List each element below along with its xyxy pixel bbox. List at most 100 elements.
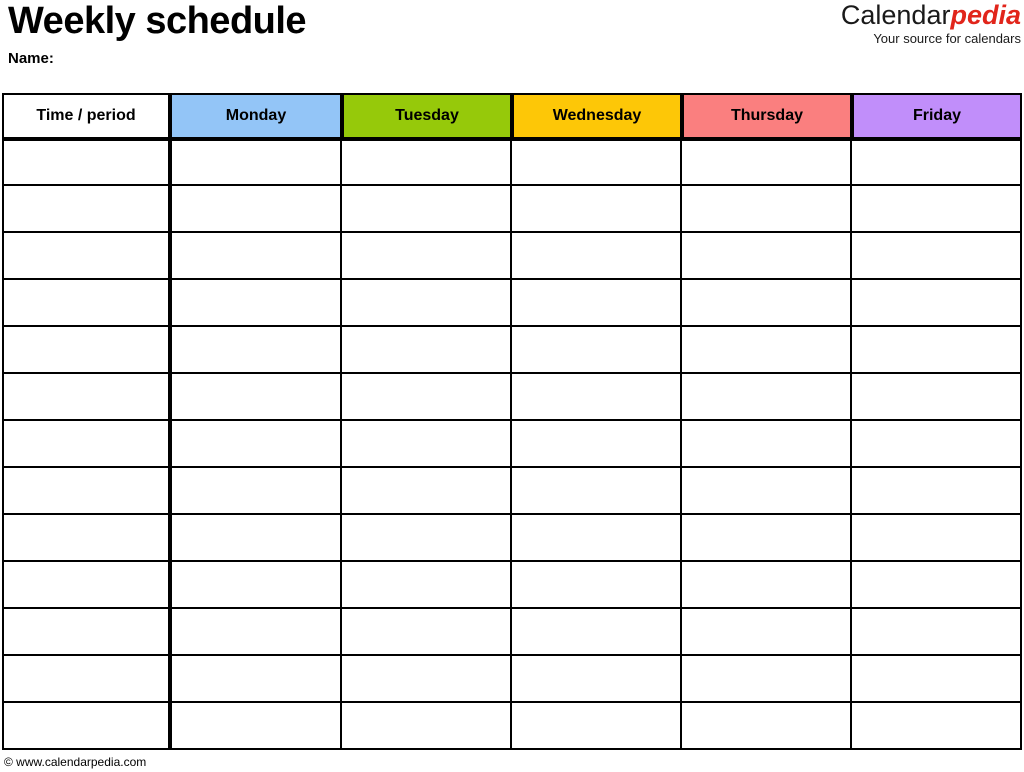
cell-thursday-8[interactable] [682, 468, 852, 515]
table-row [2, 609, 1022, 656]
cell-friday-12[interactable] [852, 656, 1022, 703]
cell-time-7[interactable] [2, 421, 172, 468]
cell-monday-3[interactable] [172, 233, 342, 280]
cell-tuesday-2[interactable] [342, 186, 512, 233]
table-row [2, 562, 1022, 609]
cell-thursday-1[interactable] [682, 139, 852, 186]
cell-wednesday-8[interactable] [512, 468, 682, 515]
cell-monday-7[interactable] [172, 421, 342, 468]
cell-time-1[interactable] [2, 139, 172, 186]
cell-monday-10[interactable] [172, 562, 342, 609]
table-row [2, 374, 1022, 421]
cell-friday-10[interactable] [852, 562, 1022, 609]
cell-wednesday-1[interactable] [512, 139, 682, 186]
cell-tuesday-3[interactable] [342, 233, 512, 280]
cell-monday-13[interactable] [172, 703, 342, 750]
cell-thursday-4[interactable] [682, 280, 852, 327]
cell-wednesday-4[interactable] [512, 280, 682, 327]
cell-tuesday-9[interactable] [342, 515, 512, 562]
cell-friday-9[interactable] [852, 515, 1022, 562]
cell-friday-3[interactable] [852, 233, 1022, 280]
column-header-monday: Monday [172, 93, 342, 139]
cell-tuesday-6[interactable] [342, 374, 512, 421]
column-header-friday: Friday [852, 93, 1022, 139]
cell-friday-11[interactable] [852, 609, 1022, 656]
cell-monday-6[interactable] [172, 374, 342, 421]
cell-friday-13[interactable] [852, 703, 1022, 750]
cell-time-2[interactable] [2, 186, 172, 233]
cell-thursday-12[interactable] [682, 656, 852, 703]
footer-copyright: © www.calendarpedia.com [4, 755, 147, 769]
cell-wednesday-10[interactable] [512, 562, 682, 609]
cell-wednesday-3[interactable] [512, 233, 682, 280]
cell-time-6[interactable] [2, 374, 172, 421]
cell-thursday-3[interactable] [682, 233, 852, 280]
cell-thursday-10[interactable] [682, 562, 852, 609]
cell-monday-11[interactable] [172, 609, 342, 656]
cell-tuesday-1[interactable] [342, 139, 512, 186]
cell-monday-8[interactable] [172, 468, 342, 515]
cell-thursday-7[interactable] [682, 421, 852, 468]
brand-wordmark: Calendarpedia [841, 0, 1021, 30]
calendarpedia-logo: Calendarpedia Your source for calendars [841, 0, 1021, 47]
table-row [2, 280, 1022, 327]
column-header-tuesday: Tuesday [342, 93, 512, 139]
brand-tagline: Your source for calendars [873, 31, 1021, 46]
cell-monday-12[interactable] [172, 656, 342, 703]
cell-tuesday-13[interactable] [342, 703, 512, 750]
cell-wednesday-11[interactable] [512, 609, 682, 656]
cell-tuesday-12[interactable] [342, 656, 512, 703]
brand-name-primary: Calendar [840, 0, 951, 30]
table-row [2, 656, 1022, 703]
table-row [2, 186, 1022, 233]
cell-thursday-13[interactable] [682, 703, 852, 750]
cell-wednesday-6[interactable] [512, 374, 682, 421]
table-row [2, 327, 1022, 374]
cell-tuesday-4[interactable] [342, 280, 512, 327]
cell-thursday-5[interactable] [682, 327, 852, 374]
cell-tuesday-11[interactable] [342, 609, 512, 656]
cell-wednesday-2[interactable] [512, 186, 682, 233]
cell-tuesday-8[interactable] [342, 468, 512, 515]
cell-time-11[interactable] [2, 609, 172, 656]
cell-tuesday-7[interactable] [342, 421, 512, 468]
cell-wednesday-7[interactable] [512, 421, 682, 468]
cell-monday-4[interactable] [172, 280, 342, 327]
cell-thursday-9[interactable] [682, 515, 852, 562]
cell-time-4[interactable] [2, 280, 172, 327]
cell-wednesday-5[interactable] [512, 327, 682, 374]
cell-monday-9[interactable] [172, 515, 342, 562]
cell-time-12[interactable] [2, 656, 172, 703]
schedule-body [2, 139, 1022, 750]
cell-time-5[interactable] [2, 327, 172, 374]
cell-time-3[interactable] [2, 233, 172, 280]
cell-tuesday-10[interactable] [342, 562, 512, 609]
cell-wednesday-12[interactable] [512, 656, 682, 703]
table-row [2, 139, 1022, 186]
column-header-thursday: Thursday [682, 93, 852, 139]
page-title: Weekly schedule [8, 0, 307, 42]
cell-friday-5[interactable] [852, 327, 1022, 374]
cell-friday-2[interactable] [852, 186, 1022, 233]
cell-wednesday-9[interactable] [512, 515, 682, 562]
cell-thursday-2[interactable] [682, 186, 852, 233]
cell-friday-1[interactable] [852, 139, 1022, 186]
table-row [2, 703, 1022, 750]
cell-monday-5[interactable] [172, 327, 342, 374]
cell-tuesday-5[interactable] [342, 327, 512, 374]
cell-time-13[interactable] [2, 703, 172, 750]
cell-thursday-6[interactable] [682, 374, 852, 421]
cell-friday-6[interactable] [852, 374, 1022, 421]
cell-time-10[interactable] [2, 562, 172, 609]
cell-friday-8[interactable] [852, 468, 1022, 515]
weekly-schedule-table: Time / period Monday Tuesday Wednesday Thurs… [2, 93, 1022, 750]
cell-monday-2[interactable] [172, 186, 342, 233]
cell-wednesday-13[interactable] [512, 703, 682, 750]
cell-monday-1[interactable] [172, 139, 342, 186]
name-field-label: Name: [8, 50, 54, 67]
cell-time-8[interactable] [2, 468, 172, 515]
cell-time-9[interactable] [2, 515, 172, 562]
cell-thursday-11[interactable] [682, 609, 852, 656]
cell-friday-7[interactable] [852, 421, 1022, 468]
cell-friday-4[interactable] [852, 280, 1022, 327]
